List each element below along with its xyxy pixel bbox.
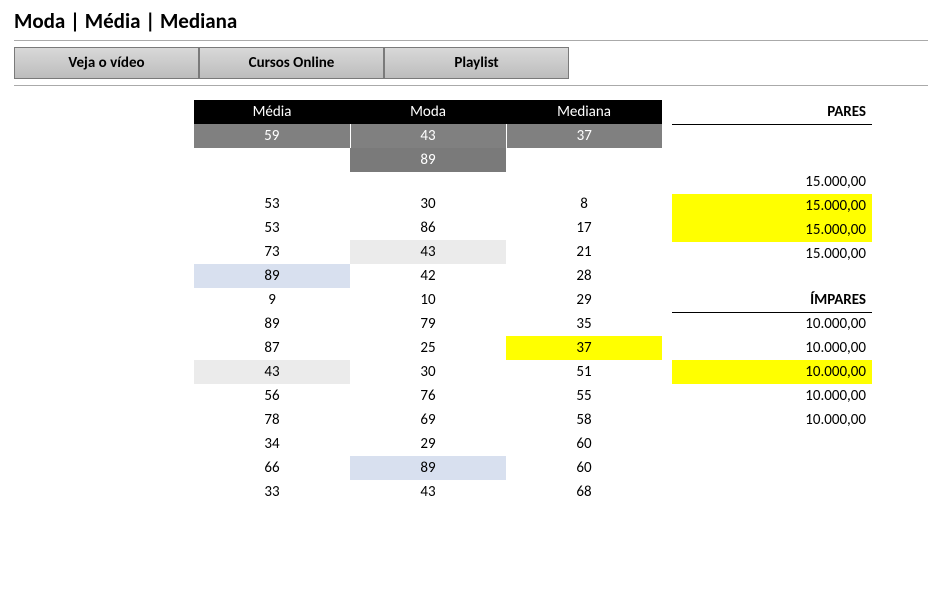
col-header-mediana: Mediana	[506, 100, 662, 124]
data-cell: 56	[194, 384, 350, 408]
spacer-row	[672, 266, 872, 288]
data-cell: 37	[506, 336, 662, 360]
table-row: 53308	[194, 192, 662, 216]
data-cell: 87	[194, 336, 350, 360]
divider	[14, 40, 928, 41]
data-cell: 53	[194, 216, 350, 240]
value-cell: 15.000,00	[672, 170, 872, 194]
data-cell: 29	[350, 432, 506, 456]
data-cell: 43	[350, 240, 506, 264]
value-cell: 15.000,00	[672, 242, 872, 266]
table-row: 15.000,00	[672, 218, 872, 242]
table-row: 872537	[194, 336, 662, 360]
table-row: 91029	[194, 288, 662, 312]
data-cell: 30	[350, 360, 506, 384]
data-cell: 66	[194, 456, 350, 480]
result-media: 59	[194, 124, 350, 148]
video-button[interactable]: Veja o vídeo	[14, 47, 199, 79]
table-row: 786958	[194, 408, 662, 432]
value-cell: 10.000,00	[672, 408, 872, 432]
data-cell: 55	[506, 384, 662, 408]
data-cell: 78	[194, 408, 350, 432]
data-cell: 35	[506, 312, 662, 336]
table-row: 668960	[194, 456, 662, 480]
page-title: Moda | Média | Mediana	[14, 4, 928, 40]
col-header-moda: Moda	[350, 100, 506, 124]
data-cell: 68	[506, 480, 662, 504]
spacer-row	[194, 172, 662, 192]
table-row: 15.000,00	[672, 170, 872, 194]
value-cell: 15.000,00	[672, 218, 872, 242]
table-row: 897935	[194, 312, 662, 336]
table-row: 342960	[194, 432, 662, 456]
pares-table: PARES 15.000,0015.000,0015.000,0015.000,…	[672, 100, 872, 432]
table-row: 15.000,00	[672, 194, 872, 218]
data-cell: 28	[506, 264, 662, 288]
spacer-row	[672, 124, 872, 170]
table-row: 15.000,00	[672, 242, 872, 266]
value-cell: 10.000,00	[672, 360, 872, 384]
data-cell: 53	[194, 192, 350, 216]
data-cell: 73	[194, 240, 350, 264]
data-cell: 60	[506, 456, 662, 480]
data-cell: 86	[350, 216, 506, 240]
table-row: 10.000,00	[672, 360, 872, 384]
value-cell: 10.000,00	[672, 384, 872, 408]
value-cell: 10.000,00	[672, 336, 872, 360]
data-cell: 30	[350, 192, 506, 216]
pares-header: PARES	[672, 100, 872, 124]
table-row: 10.000,00	[672, 384, 872, 408]
empty-cell	[194, 148, 350, 172]
data-cell: 79	[350, 312, 506, 336]
data-cell: 17	[506, 216, 662, 240]
data-cell: 34	[194, 432, 350, 456]
result-moda-extra: 89	[350, 148, 506, 172]
result-moda: 43	[350, 124, 506, 148]
table-row: 538617	[194, 216, 662, 240]
value-cell: 10.000,00	[672, 312, 872, 336]
data-cell: 8	[506, 192, 662, 216]
result-mediana: 37	[506, 124, 662, 148]
table-row: 734321	[194, 240, 662, 264]
cursos-button[interactable]: Cursos Online	[199, 47, 384, 79]
table-row: 334368	[194, 480, 662, 504]
divider	[14, 85, 928, 86]
table-row: 10.000,00	[672, 408, 872, 432]
data-cell: 29	[506, 288, 662, 312]
col-header-media: Média	[194, 100, 350, 124]
data-cell: 21	[506, 240, 662, 264]
data-cell: 51	[506, 360, 662, 384]
table-row: 894228	[194, 264, 662, 288]
data-cell: 89	[194, 264, 350, 288]
table-row: 567655	[194, 384, 662, 408]
value-cell: 15.000,00	[672, 194, 872, 218]
data-cell: 25	[350, 336, 506, 360]
table-row: 10.000,00	[672, 336, 872, 360]
data-cell: 89	[350, 456, 506, 480]
table-row: 433051	[194, 360, 662, 384]
data-cell: 43	[194, 360, 350, 384]
data-cell: 43	[350, 480, 506, 504]
playlist-button[interactable]: Playlist	[384, 47, 569, 79]
data-cell: 9	[194, 288, 350, 312]
data-cell: 76	[350, 384, 506, 408]
data-cell: 60	[506, 432, 662, 456]
empty-cell	[506, 148, 662, 172]
table-row: 10.000,00	[672, 312, 872, 336]
stats-table: Média Moda Mediana 59 43 37 89 533085386…	[194, 100, 662, 504]
button-row: Veja o vídeo Cursos Online Playlist	[14, 47, 928, 79]
data-cell: 69	[350, 408, 506, 432]
data-cell: 58	[506, 408, 662, 432]
data-cell: 33	[194, 480, 350, 504]
impares-header: ÍMPARES	[672, 288, 872, 312]
data-cell: 10	[350, 288, 506, 312]
data-cell: 42	[350, 264, 506, 288]
data-cell: 89	[194, 312, 350, 336]
